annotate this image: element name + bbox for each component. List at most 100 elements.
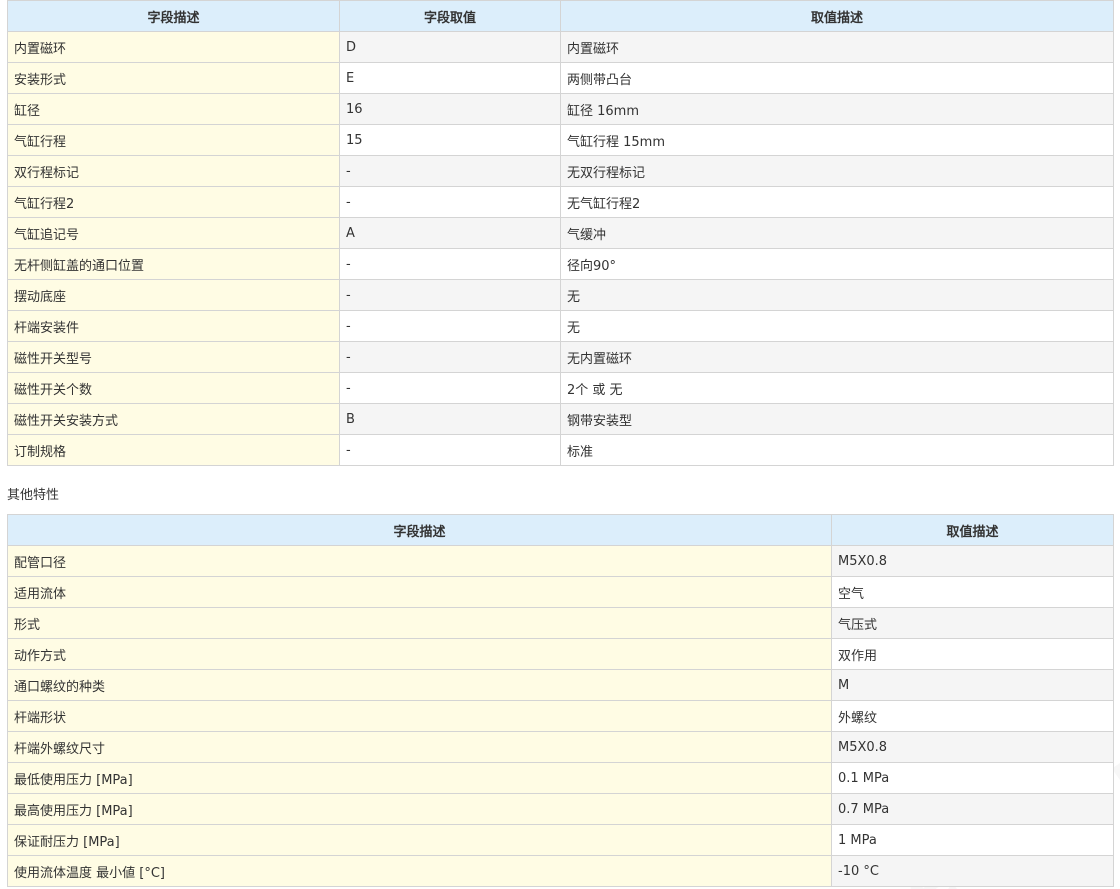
table-cell-value: 无气缸行程2 <box>560 186 1114 218</box>
table-cell-value: 0.1 MPa <box>831 762 1114 794</box>
table-row: 气缸追记号 A 气缓冲 <box>7 217 1114 249</box>
table-cell-field: 配管口径 <box>7 545 832 577</box>
table-cell-value: - <box>339 186 561 218</box>
table-cell-value: D <box>339 31 561 63</box>
table-row: 杆端安装件 - 无 <box>7 310 1114 342</box>
table-row: 适用流体 空气 <box>7 576 1114 608</box>
table-cell-value: 无内置磁环 <box>560 341 1114 373</box>
table-row: 形式 气压式 <box>7 607 1114 639</box>
spec-table-main: 字段描述 字段取值 取值描述 内置磁环 D 内置磁环 安装形式 E 两侧带凸台 缸径 16 缸径… <box>7 0 1114 466</box>
table-cell-value: 空气 <box>831 576 1114 608</box>
column-header-value-desc: 取值描述 <box>831 514 1114 546</box>
table-cell-value: A <box>339 217 561 249</box>
table-cell-value: 标准 <box>560 434 1114 466</box>
table-cell-value: 无 <box>560 310 1114 342</box>
table-row: 摆动底座 - 无 <box>7 279 1114 311</box>
table-row: 气缸行程2- 无气缸行程2 <box>7 186 1114 218</box>
table-row: 磁性开关个数 -2个 或 无 <box>7 372 1114 404</box>
table-cell-field: 双行程标记 <box>7 155 340 187</box>
table-cell-value: - <box>339 155 561 187</box>
table-row: 安装形式 E 两侧带凸台 <box>7 62 1114 94</box>
table-cell-field: 气缸追记号 <box>7 217 340 249</box>
table-cell-field: 使用流体温度 最小値 [°C] <box>7 855 832 887</box>
column-header-field-desc: 字段描述 <box>7 514 832 546</box>
table-cell-field: 磁性开关安装方式 <box>7 403 340 435</box>
table-row: 缸径 16 缸径 16mm <box>7 93 1114 125</box>
table-cell-value: 气缸行程 15mm <box>560 124 1114 156</box>
spec-table-other: 字段描述 取值描述 配管口径 M5X0.8 适用流体 空气 形式 气压式 动作方式 双作用 通口… <box>7 514 1114 887</box>
table-row: 动作方式 双作用 <box>7 638 1114 670</box>
table-cell-value: 2个 或 无 <box>560 372 1114 404</box>
table-row: 杆端形状 外螺纹 <box>7 700 1114 732</box>
table-row: 双行程标记 - 无双行程标记 <box>7 155 1114 187</box>
table-cell-field: 订制规格 <box>7 434 340 466</box>
table-cell-field: 适用流体 <box>7 576 832 608</box>
table-row: 内置磁环 D 内置磁环 <box>7 31 1114 63</box>
table-cell-value: - <box>339 279 561 311</box>
table-cell-value: - <box>339 341 561 373</box>
table-cell-value: - <box>339 310 561 342</box>
table-row: 最低使用压力 [MPa] 0.1 MPa <box>7 762 1114 794</box>
table-row: 通口螺纹的种类 M <box>7 669 1114 701</box>
table-cell-field: 杆端安装件 <box>7 310 340 342</box>
table-cell-value: B <box>339 403 561 435</box>
table-cell-field: 缸径 <box>7 93 340 125</box>
table-cell-field: 磁性开关型号 <box>7 341 340 373</box>
table-body: 配管口径 M5X0.8 适用流体 空气 形式 气压式 动作方式 双作用 通口螺纹的种类 M 杆端形状… <box>7 545 1114 887</box>
table-cell-field: 气缸行程 <box>7 124 340 156</box>
table-cell-field: 无杆侧缸盖的通口位置 <box>7 248 340 280</box>
table-cell-field: 内置磁环 <box>7 31 340 63</box>
table-cell-field: 杆端形状 <box>7 700 832 732</box>
section-title-other-properties: 其他特性 <box>7 488 60 503</box>
table-row: 磁性开关安装方式 B 钢带安装型 <box>7 403 1114 435</box>
table-cell-value: M <box>831 669 1114 701</box>
table-row: 杆端外螺纹尺寸 M5X0.8 <box>7 731 1114 763</box>
table-cell-value: -10 °C <box>831 855 1114 887</box>
table-cell-value: 无双行程标记 <box>560 155 1114 187</box>
table-row: 保证耐压力 [MPa] 1 MPa <box>7 824 1114 856</box>
table-cell-field: 杆端外螺纹尺寸 <box>7 731 832 763</box>
table-cell-value: 无 <box>560 279 1114 311</box>
table-cell-value: 外螺纹 <box>831 700 1114 732</box>
table-cell-value: 缸径 16mm <box>560 93 1114 125</box>
table-row: 无杆侧缸盖的通口位置 - 径向90° <box>7 248 1114 280</box>
table-row: 最高使用压力 [MPa] 0.7 MPa <box>7 793 1114 825</box>
table-cell-value: E <box>339 62 561 94</box>
table-cell-value: 两侧带凸台 <box>560 62 1114 94</box>
table-cell-value: - <box>339 434 561 466</box>
table-row: 磁性开关型号 - 无内置磁环 <box>7 341 1114 373</box>
table-cell-field: 磁性开关个数 <box>7 372 340 404</box>
table-body: 内置磁环 D 内置磁环 安装形式 E 两侧带凸台 缸径 16 缸径 16mm 气缸行程 15 气缸行程… <box>7 31 1114 466</box>
table-cell-field: 形式 <box>7 607 832 639</box>
table-cell-value: 内置磁环 <box>560 31 1114 63</box>
table-header-row: 字段描述 取值描述 <box>7 514 1114 546</box>
table-row: 气缸行程 15 气缸行程 15mm <box>7 124 1114 156</box>
table-row: 订制规格 - 标准 <box>7 434 1114 466</box>
table-cell-field: 动作方式 <box>7 638 832 670</box>
table-cell-field: 通口螺纹的种类 <box>7 669 832 701</box>
table-row: 配管口径 M5X0.8 <box>7 545 1114 577</box>
table-cell-value: 气压式 <box>831 607 1114 639</box>
table-cell-field: 保证耐压力 [MPa] <box>7 824 832 856</box>
table-cell-value: - <box>339 248 561 280</box>
table-cell-value: 双作用 <box>831 638 1114 670</box>
column-header-field-value: 字段取值 <box>339 0 561 32</box>
table-cell-value: 0.7 MPa <box>831 793 1114 825</box>
table-cell-value: 1 MPa <box>831 824 1114 856</box>
table-cell-field: 安装形式 <box>7 62 340 94</box>
table-cell-value: 径向90° <box>560 248 1114 280</box>
table-cell-value: 钢带安装型 <box>560 403 1114 435</box>
table-cell-value: 16 <box>339 93 561 125</box>
column-header-field-desc: 字段描述 <box>7 0 340 32</box>
table-header-row: 字段描述 字段取值 取值描述 <box>7 0 1114 32</box>
table-cell-value: M5X0.8 <box>831 731 1114 763</box>
column-header-value-desc: 取值描述 <box>560 0 1114 32</box>
table-cell-field: 最高使用压力 [MPa] <box>7 793 832 825</box>
table-cell-value: 15 <box>339 124 561 156</box>
table-cell-value: 气缓冲 <box>560 217 1114 249</box>
table-row: 使用流体温度 最小値 [°C] -10 °C <box>7 855 1114 887</box>
table-cell-value: M5X0.8 <box>831 545 1114 577</box>
table-cell-field: 最低使用压力 [MPa] <box>7 762 832 794</box>
table-cell-field: 气缸行程2 <box>7 186 340 218</box>
table-cell-field: 摆动底座 <box>7 279 340 311</box>
